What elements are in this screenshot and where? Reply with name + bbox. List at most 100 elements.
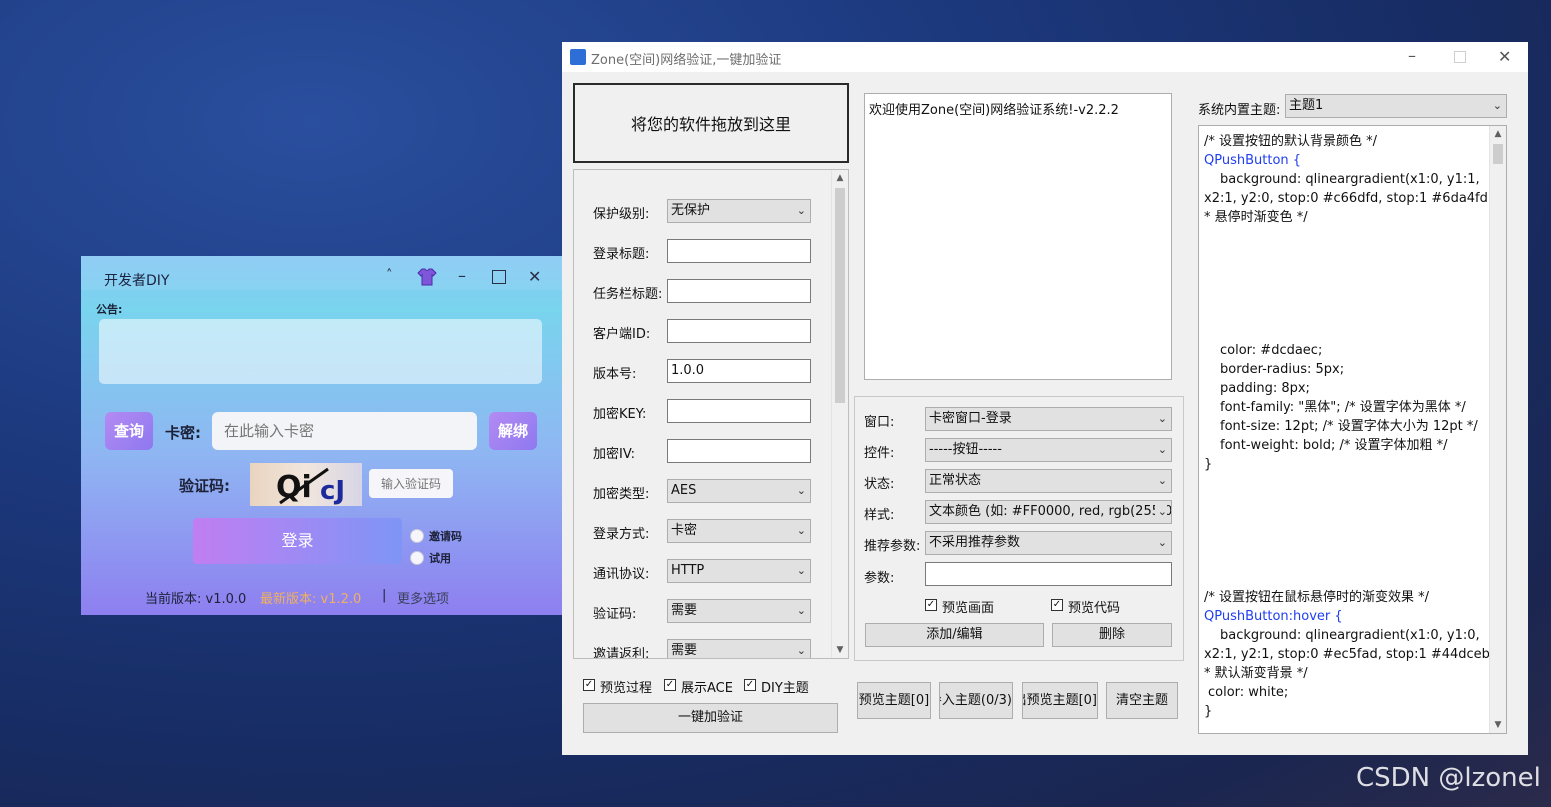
protection-level-value: 无保护 [671,203,711,218]
code-line: QPushButton { [1204,153,1302,168]
invite-rebate-value: 需要 [671,643,698,658]
import-theme-label: 导入主题(0/3) [940,693,1012,708]
version-label: 版本号: [593,367,637,382]
settings-scrollbar[interactable]: ▲ ▼ [831,170,848,658]
encrypt-type-select[interactable]: AES ⌄ [667,479,811,503]
close-icon[interactable]: ✕ [1498,47,1511,66]
shirt-icon[interactable] [416,267,438,291]
preview-process-checkbox[interactable]: ✓ [583,679,595,691]
control-select[interactable]: -----按钮----- ⌄ [925,438,1172,462]
diy-theme-label: DIY主题 [761,681,809,696]
trial-radio[interactable] [410,551,424,565]
one-click-verify-button[interactable]: 一键加验证 [583,703,838,733]
captcha-setting-value: 需要 [671,603,698,618]
welcome-textbox[interactable]: 欢迎使用Zone(空间)网络验证系统!-v2.2.2 [864,93,1172,380]
window-select[interactable]: 卡密窗口-登录 ⌄ [925,407,1172,431]
preview-process-label: 预览过程 [600,681,653,696]
show-ace-checkbox[interactable]: ✓ [664,679,676,691]
client-id-input[interactable] [667,319,811,343]
preview-theme-button[interactable]: 预览主题[0] [857,682,931,719]
taskbar-title-input[interactable] [667,279,811,303]
encrypt-key-input[interactable] [667,399,811,423]
protocol-select[interactable]: HTTP ⌄ [667,559,811,583]
scroll-down-icon[interactable]: ▼ [832,642,848,658]
preview-code-checkbox[interactable]: ✓ [1051,599,1063,611]
delete-button[interactable]: 删除 [1052,623,1172,647]
scrollbar-thumb[interactable] [1493,144,1503,164]
code-line: } [1204,457,1213,472]
invite-rebate-select[interactable]: 需要 ⌄ [667,639,811,658]
clear-theme-button[interactable]: 清空主题 [1106,682,1178,719]
minimize-icon[interactable]: – [458,266,466,285]
code-line: background: qlineargradient(x1:0, y1:0, [1220,628,1480,643]
query-button[interactable]: 查询 [105,412,153,450]
taskbar-title-label: 任务栏标题: [593,287,663,302]
maximize-icon[interactable] [492,270,506,284]
developer-diy-window: 开发者DIY ˄ – ✕ 公告: 查询 卡密: 解绑 验证码: Qi cJ 登录… [81,256,562,615]
card-input[interactable] [212,412,477,450]
encrypt-type-label: 加密类型: [593,487,650,502]
code-line: } [1204,704,1213,719]
invite-code-radio[interactable] [410,529,424,543]
add-edit-button[interactable]: 添加/编辑 [865,623,1044,647]
captcha-input[interactable] [369,469,453,498]
svg-text:Qi: Qi [276,470,312,505]
minimize-icon[interactable]: – [1408,46,1416,65]
login-title-label: 登录标题: [593,247,650,262]
code-line: x2:1, y2:0, stop:0 #c66dfd, stop:1 #6da4… [1204,191,1506,206]
state-value: 正常状态 [929,473,982,488]
main-window-title: Zone(空间)网络验证,一键加验证 [591,53,782,68]
scroll-down-icon[interactable]: ▼ [1490,717,1506,733]
chevron-down-icon: ⌄ [796,204,806,217]
style-select[interactable]: 文本颜色 (如: #FF0000, red, rgb(255,0,0)) ⌄ [925,500,1172,524]
login-button[interactable]: 登录 [193,518,402,564]
version-input[interactable]: 1.0.0 [667,359,811,383]
theme-code-editor[interactable]: /* 设置按钮的默认背景颜色 */ QPushButton { backgrou… [1198,125,1507,734]
preview-screen-checkbox[interactable]: ✓ [925,599,937,611]
encrypt-key-label: 加密KEY: [593,407,647,422]
code-line: background: qlineargradient(x1:0, y1:1, [1220,172,1480,187]
chevron-down-icon: ⌄ [1492,99,1502,112]
encrypt-iv-input[interactable] [667,439,811,463]
code-line: /* 设置按钮在鼠标悬停时的渐变效果 */ [1204,590,1430,605]
code-scrollbar[interactable]: ▲ ▼ [1489,126,1506,733]
maximize-icon[interactable] [1454,51,1466,63]
scroll-up-icon[interactable]: ▲ [832,170,848,186]
export-theme-button[interactable]: 导出预览主题[0] [1022,682,1098,719]
state-label: 状态: [864,477,895,492]
chevron-down-icon: ⌄ [1154,501,1167,523]
login-method-select[interactable]: 卡密 ⌄ [667,519,811,543]
login-title-input[interactable] [667,239,811,263]
chevron-down-icon: ⌄ [796,484,806,497]
code-line: QPushButton:hover { [1204,609,1343,624]
close-icon[interactable]: ✕ [528,267,541,286]
drop-zone[interactable]: 将您的软件拖放到这里 [573,83,849,163]
captcha-setting-select[interactable]: 需要 ⌄ [667,599,811,623]
notice-box [99,319,542,384]
param-label: 参数: [864,571,895,586]
app-icon [570,49,586,65]
more-options-link[interactable]: 更多选项 [397,588,449,607]
recommend-select[interactable]: 不采用推荐参数 ⌄ [925,531,1172,555]
protection-level-select[interactable]: 无保护 ⌄ [667,199,811,223]
builtin-theme-label: 系统内置主题: [1198,103,1281,118]
builtin-theme-select[interactable]: 主题1 ⌄ [1285,94,1507,118]
code-line: font-weight: bold; /* 设置字体加粗 */ [1220,438,1448,453]
unbind-button[interactable]: 解绑 [489,412,537,450]
style-editor-group: 窗口: 卡密窗口-登录 ⌄ 控件: -----按钮----- ⌄ 状态: 正常状态 ⌄… [854,396,1184,661]
scrollbar-thumb[interactable] [835,188,845,403]
import-theme-button[interactable]: 导入主题(0/3) [939,682,1013,719]
captcha-image[interactable]: Qi cJ [250,463,362,506]
settings-panel[interactable]: 保护级别: 无保护 ⌄ 登录标题: 任务栏标题: 客户端ID: 版本号: 1.0.… [573,169,849,659]
state-select[interactable]: 正常状态 ⌄ [925,469,1172,493]
diy-theme-checkbox[interactable]: ✓ [744,679,756,691]
chevron-down-icon: ⌄ [796,644,806,657]
code-line: * 默认渐变背景 */ [1204,666,1308,681]
chevron-up-icon[interactable]: ˄ [386,268,393,283]
param-input[interactable] [925,562,1172,586]
code-line: padding: 8px; [1220,381,1310,396]
scroll-up-icon[interactable]: ▲ [1490,126,1506,142]
code-line: font-family: "黑体"; /* 设置字体为黑体 */ [1220,400,1466,415]
recommend-label: 推荐参数: [864,539,921,554]
invite-code-label: 邀请码 [429,530,462,543]
